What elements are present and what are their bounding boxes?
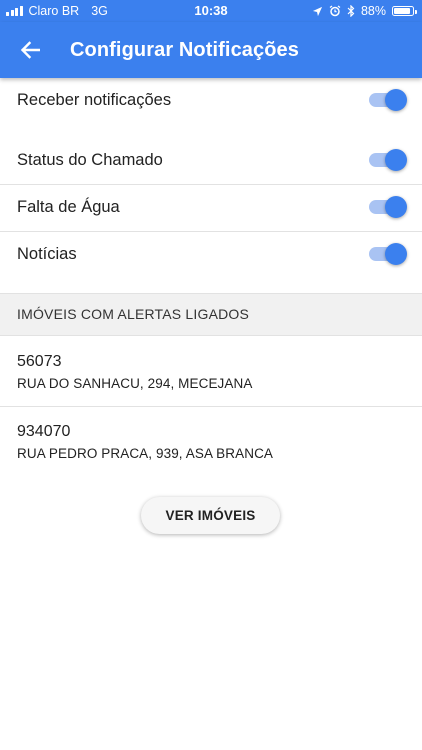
location-icon bbox=[312, 6, 323, 16]
property-code: 56073 bbox=[17, 353, 62, 370]
battery-percent: 88% bbox=[360, 4, 386, 18]
page-title: Configurar Notificações bbox=[70, 39, 299, 61]
battery-icon bbox=[392, 6, 417, 16]
switch-knob bbox=[385, 243, 407, 265]
setting-row-water: Falta de Água bbox=[0, 184, 422, 230]
property-code: 934070 bbox=[17, 423, 71, 440]
view-properties-button[interactable]: VER IMÓVEIS bbox=[141, 497, 280, 534]
setting-row-news: Notícias bbox=[0, 231, 422, 277]
receive-notifications-row: Receber notificações bbox=[0, 77, 422, 123]
property-address: RUA PEDRO PRACA, 939, ASA BRANCA bbox=[17, 446, 274, 461]
status-bar: Claro BR 3G 10:38 88% bbox=[0, 0, 422, 22]
property-address: RUA DO SANHACU, 294, MECEJANA bbox=[17, 376, 253, 391]
setting-label-status: Status do Chamado bbox=[17, 151, 163, 169]
property-item[interactable]: 934070 RUA PEDRO PRACA, 939, ASA BRANCA bbox=[0, 407, 422, 477]
app-bar: Configurar Notificações bbox=[0, 22, 422, 78]
receive-notifications-label: Receber notificações bbox=[17, 91, 172, 109]
switch-knob bbox=[385, 196, 407, 218]
back-button[interactable] bbox=[14, 34, 46, 66]
receive-notifications-switch[interactable] bbox=[369, 89, 407, 111]
setting-label-water: Falta de Água bbox=[17, 198, 120, 216]
status-bar-right: 88% bbox=[312, 0, 417, 22]
setting-switch-water[interactable] bbox=[369, 196, 407, 218]
setting-switch-status[interactable] bbox=[369, 149, 407, 171]
setting-label-news: Notícias bbox=[17, 245, 77, 263]
bluetooth-icon bbox=[347, 5, 355, 17]
setting-row-status: Status do Chamado bbox=[0, 137, 422, 183]
alarm-icon bbox=[329, 5, 341, 17]
property-item[interactable]: 56073 RUA DO SANHACU, 294, MECEJANA bbox=[0, 337, 422, 407]
battery-level bbox=[394, 8, 410, 14]
switch-knob bbox=[385, 149, 407, 171]
switch-knob bbox=[385, 89, 407, 111]
setting-switch-news[interactable] bbox=[369, 243, 407, 265]
section-title: IMÓVEIS COM ALERTAS LIGADOS bbox=[17, 306, 250, 322]
properties-section-header: IMÓVEIS COM ALERTAS LIGADOS bbox=[0, 293, 422, 336]
arrow-left-icon bbox=[20, 41, 40, 59]
